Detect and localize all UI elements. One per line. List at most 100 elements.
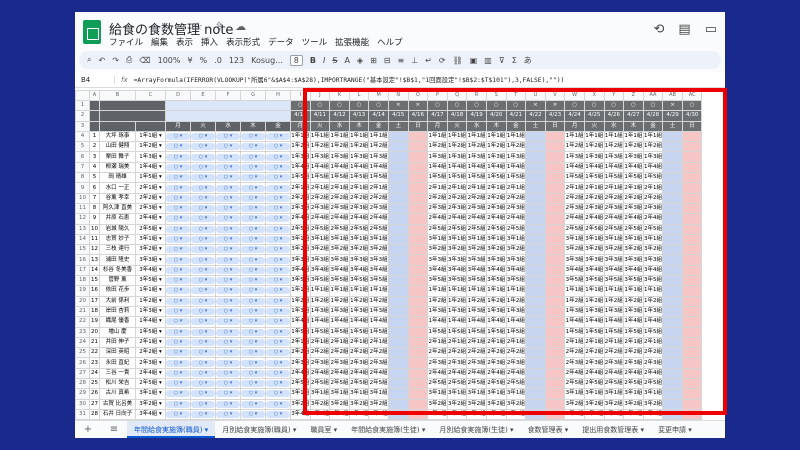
meal-cell[interactable] xyxy=(544,357,566,369)
meal-cell[interactable]: 1年4組 xyxy=(466,161,487,174)
dropdown-chip[interactable]: ○ ▾ xyxy=(216,236,240,243)
meal-cell[interactable]: 2年2組 xyxy=(583,192,605,204)
meal-cell[interactable]: 2年4組 xyxy=(446,213,468,225)
meal-cell[interactable]: 3年4組 xyxy=(309,408,331,420)
dropdown-chip[interactable]: ○ ▾ xyxy=(166,411,190,419)
sheet-tab[interactable]: 年間給食実施簿(職員) ▾ xyxy=(127,420,216,438)
meal-cell[interactable]: 1年2組 xyxy=(427,141,448,153)
sheet-tab[interactable]: 変更申請 ▾ xyxy=(651,421,699,439)
print-icon[interactable]: ⎙ xyxy=(126,55,132,65)
staff-no[interactable]: 8 xyxy=(89,202,100,215)
meal-cell[interactable] xyxy=(407,202,429,215)
weekday-dropdown[interactable]: ○ ▾ xyxy=(165,295,191,307)
meal-cell[interactable]: 3年5組 xyxy=(623,275,644,287)
meal-cell[interactable]: 2年3組 xyxy=(603,202,625,215)
meal-cell[interactable]: 1年1組 xyxy=(290,285,311,297)
column-header[interactable]: Q xyxy=(446,90,468,101)
weekday-dropdown[interactable]: ○ ▾ xyxy=(215,408,241,420)
dropdown-chip[interactable]: ○ ▾ xyxy=(166,266,190,274)
dropdown-chip[interactable]: ○ ▾ xyxy=(216,133,240,141)
strike-icon[interactable]: S xyxy=(332,56,337,65)
day-mark[interactable]: ○ xyxy=(642,99,664,112)
meal-cell[interactable]: 1年1組 xyxy=(505,130,527,143)
day-label[interactable]: 金 xyxy=(505,120,527,132)
weekday-dropdown[interactable]: ○ ▾ xyxy=(215,161,241,174)
meal-cell[interactable]: 1年3組 xyxy=(329,151,350,163)
weekday-dropdown[interactable]: ○ ▾ xyxy=(215,213,241,225)
column-header[interactable]: Z xyxy=(623,90,644,101)
meal-cell[interactable] xyxy=(525,182,546,194)
dropdown-chip[interactable]: ○ ▾ xyxy=(266,297,290,305)
location-dropdown[interactable]: 2年2組 ▾ xyxy=(135,347,166,359)
link-icon[interactable]: ⛓ xyxy=(453,56,463,65)
dropdown-chip[interactable]: ○ ▾ xyxy=(216,308,240,316)
weekday-dropdown[interactable]: ○ ▾ xyxy=(265,141,291,153)
meal-cell[interactable] xyxy=(544,192,566,204)
meal-cell[interactable]: 1年4組 xyxy=(446,161,468,174)
meal-cell[interactable] xyxy=(387,305,409,318)
weekday-dropdown[interactable]: ○ ▾ xyxy=(215,398,241,410)
meal-cell[interactable]: 1年2組 xyxy=(329,295,350,307)
currency-icon[interactable]: ¥ xyxy=(187,56,192,65)
weekday-dropdown[interactable]: ○ ▾ xyxy=(165,161,191,174)
meal-cell[interactable]: 2年4組 xyxy=(348,213,370,225)
weekday-dropdown[interactable]: ○ ▾ xyxy=(240,130,266,143)
day-mark[interactable]: ○ xyxy=(466,99,487,112)
meal-cell[interactable]: 1年5組 xyxy=(427,326,448,338)
weekday-dropdown[interactable]: ○ ▾ xyxy=(240,161,266,174)
meal-cell[interactable] xyxy=(681,130,703,143)
search-menus-icon[interactable]: ⌕ xyxy=(87,55,91,65)
dropdown-chip[interactable]: ○ ▾ xyxy=(241,380,265,388)
text-color-icon[interactable]: A xyxy=(344,56,349,65)
weekday-dropdown[interactable]: ○ ▾ xyxy=(190,233,216,246)
meal-cell[interactable]: 1年2組 xyxy=(466,295,487,307)
formula-input[interactable]: =ArrayFormula(IFERROR(VLOOKUP("所属6"&$A$4… xyxy=(134,75,565,84)
row-header[interactable]: 23 xyxy=(75,326,90,338)
weekday-dropdown[interactable]: ○ ▾ xyxy=(215,141,241,153)
staff-name[interactable]: 山田 健翔 xyxy=(99,141,136,153)
dropdown-chip[interactable]: ○ ▾ xyxy=(166,380,190,388)
meal-cell[interactable]: 3年3組 xyxy=(368,254,389,266)
location-dropdown[interactable]: 1年1組 ▾ xyxy=(135,130,166,143)
meal-cell[interactable]: 3年5組 xyxy=(583,275,605,287)
dropdown-chip[interactable]: ○ ▾ xyxy=(166,133,190,141)
dropdown-chip[interactable]: ○ ▾ xyxy=(266,411,290,419)
meal-cell[interactable]: 1年4組 xyxy=(603,316,625,328)
dropdown-chip[interactable]: ○ ▾ xyxy=(166,287,190,295)
weekday-header[interactable]: 木 xyxy=(240,120,266,132)
dropdown-chip[interactable]: ○ ▾ xyxy=(191,318,215,326)
column-header[interactable]: S xyxy=(485,90,507,101)
meal-cell[interactable]: 3年1組 xyxy=(446,388,468,400)
staff-name[interactable]: 大坪 琢亊 xyxy=(99,130,136,143)
location-dropdown[interactable]: 3年4組 ▾ xyxy=(135,264,166,277)
dropdown-chip[interactable]: ○ ▾ xyxy=(216,225,240,233)
dropdown-chip[interactable]: ○ ▾ xyxy=(166,328,190,336)
dropdown-chip[interactable]: ○ ▾ xyxy=(266,153,290,161)
day-label[interactable]: 水 xyxy=(466,120,487,132)
dropdown-chip[interactable]: ○ ▾ xyxy=(266,390,290,398)
meal-cell[interactable]: 2年2組 xyxy=(290,192,311,204)
meal-cell[interactable]: 1年5組 xyxy=(642,326,664,338)
location-dropdown[interactable]: 1年1組 ▾ xyxy=(135,285,166,297)
meal-cell[interactable]: 2年1組 xyxy=(427,182,448,194)
meal-cell[interactable]: 1年5組 xyxy=(427,172,448,184)
meal-cell[interactable]: 2年1組 xyxy=(348,336,370,349)
meal-cell[interactable] xyxy=(407,233,429,246)
staff-no[interactable]: 9 xyxy=(89,213,100,225)
weekday-dropdown[interactable]: ○ ▾ xyxy=(265,130,291,143)
column-header[interactable]: Y xyxy=(603,90,625,101)
weekday-dropdown[interactable]: ○ ▾ xyxy=(165,264,191,277)
meal-cell[interactable]: 2年3組 xyxy=(427,202,448,215)
meal-cell[interactable]: 3年2組 xyxy=(290,244,311,256)
dropdown-chip[interactable]: ○ ▾ xyxy=(166,236,190,243)
meal-cell[interactable]: 1年2組 xyxy=(446,141,468,153)
dropdown-chip[interactable]: ○ ▾ xyxy=(191,236,215,243)
date-header[interactable]: 4/16 xyxy=(407,110,429,122)
weekday-dropdown[interactable]: ○ ▾ xyxy=(215,244,241,256)
meal-cell[interactable] xyxy=(662,295,683,307)
date-header[interactable]: 4/19 xyxy=(466,110,487,122)
dropdown-chip[interactable]: ○ ▾ xyxy=(216,359,240,367)
meal-cell[interactable]: 3年2組 xyxy=(290,398,311,410)
dropdown-chip[interactable]: ○ ▾ xyxy=(266,359,290,367)
dropdown-chip[interactable]: ○ ▾ xyxy=(191,143,215,151)
